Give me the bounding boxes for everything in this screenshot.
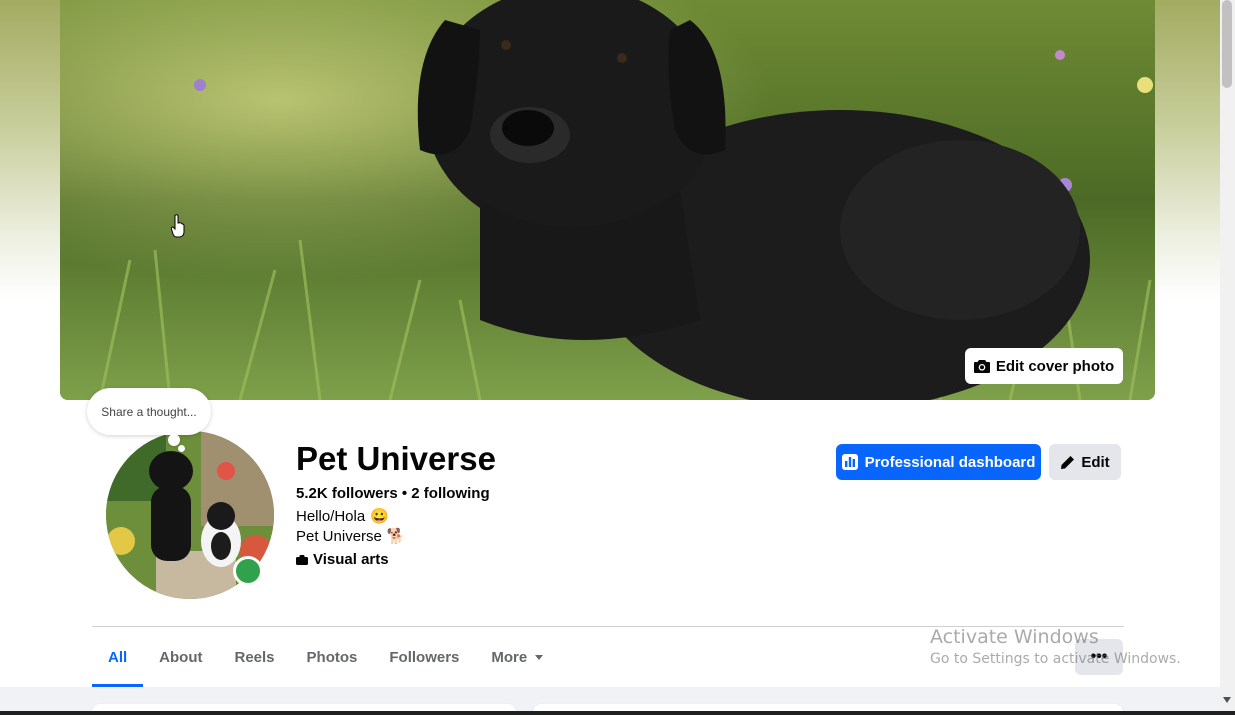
activate-windows-watermark: Activate Windows Go to Settings to activ…: [930, 626, 1181, 667]
dashboard-icon: [841, 454, 858, 470]
tab-about[interactable]: About: [143, 627, 218, 687]
bio-line-1-text: Hello/Hola: [296, 507, 366, 525]
more-options-button[interactable]: •••: [1075, 639, 1123, 675]
watermark-subtitle: Go to Settings to activate Windows.: [930, 651, 1181, 667]
thought-bubble-dot-small: [178, 445, 185, 452]
page-category: Visual arts: [296, 551, 389, 568]
profile-page: Edit cover photo Share a thought... Pet …: [0, 0, 1235, 715]
professional-dashboard-button[interactable]: Professional dashboard: [836, 444, 1041, 480]
tab-followers-label: Followers: [389, 648, 460, 666]
edit-cover-photo-button[interactable]: Edit cover photo: [965, 348, 1123, 384]
tab-about-label: About: [159, 648, 203, 666]
edit-cover-photo-label: Edit cover photo: [995, 357, 1115, 375]
tab-photos-label: Photos: [306, 648, 358, 666]
share-thought-bubble[interactable]: Share a thought...: [87, 388, 211, 435]
taskbar: [0, 711, 1235, 715]
online-status-indicator: [233, 556, 263, 586]
page-title: Pet Universe: [296, 440, 496, 477]
tab-reels-label: Reels: [234, 648, 275, 666]
share-thought-placeholder: Share a thought...: [101, 404, 197, 419]
grinning-emoji: 😀: [370, 508, 389, 525]
dog-emoji: 🐕: [386, 528, 406, 545]
caret-down-icon: [535, 654, 544, 660]
scrollbar-thumb[interactable]: [1222, 0, 1232, 88]
tab-more-label: More: [491, 648, 528, 666]
cover-photo[interactable]: [60, 0, 1155, 400]
thought-bubble-dot: [168, 434, 180, 446]
bio-line-1: Hello/Hola 😀: [296, 507, 389, 526]
edit-page-button[interactable]: Edit: [1049, 444, 1121, 480]
tab-photos[interactable]: Photos: [291, 627, 374, 687]
profile-tabs: All About Reels Photos Followers More: [92, 627, 559, 687]
tab-reels[interactable]: Reels: [219, 627, 291, 687]
follower-stats[interactable]: 5.2K followers • 2 following: [296, 485, 490, 502]
edit-page-label: Edit: [1081, 453, 1110, 471]
bio-line-2-text: Pet Universe: [296, 527, 382, 545]
bio-line-2: Pet Universe 🐕: [296, 527, 406, 546]
camera-icon: [973, 360, 990, 373]
tab-all[interactable]: All: [92, 627, 144, 687]
cover-image: [60, 0, 1155, 400]
category-icon: [296, 554, 308, 565]
professional-dashboard-label: Professional dashboard: [864, 453, 1036, 471]
tab-all-label: All: [108, 648, 128, 666]
tab-more[interactable]: More: [475, 627, 559, 687]
more-dots-icon: •••: [1090, 648, 1108, 665]
category-label: Visual arts: [313, 551, 389, 568]
watermark-title: Activate Windows: [930, 626, 1099, 648]
pencil-icon: [1061, 455, 1075, 469]
scroll-down-arrow-icon[interactable]: [1223, 697, 1231, 703]
scrollbar-track[interactable]: [1220, 0, 1235, 711]
tab-followers[interactable]: Followers: [373, 627, 475, 687]
